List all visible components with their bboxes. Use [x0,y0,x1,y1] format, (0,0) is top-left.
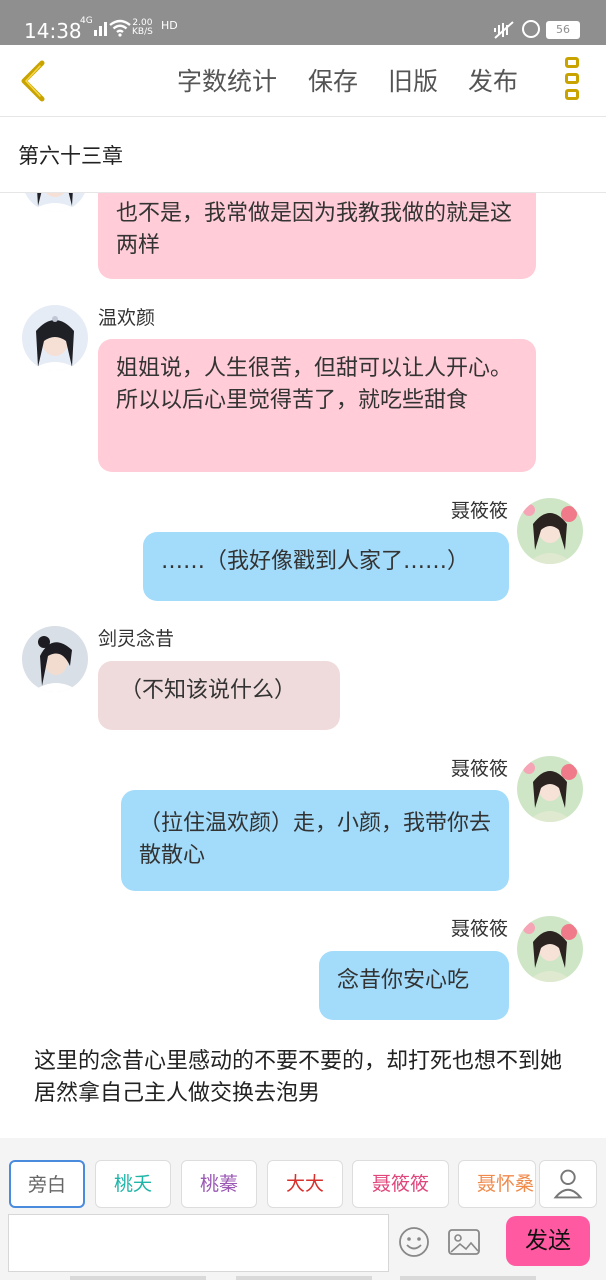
editor-toolbar: 字数统计 保存 旧版 发布 [0,45,606,117]
message-text: （不知该说什么） [120,678,297,703]
emoji-icon[interactable] [398,1226,430,1258]
image-icon[interactable] [447,1226,481,1258]
network-type: 4G [80,16,93,26]
nav-indicator [70,1276,206,1280]
message-bubble[interactable]: （拉住温欢颜）走，小颜，我带你去散散心 [121,790,509,891]
speaker-name: 聂筱筱 [450,918,508,940]
mute-icon [494,21,514,39]
speaker-name: 剑灵念昔 [98,628,175,650]
chapter-header: 第六十三章 [0,118,606,193]
avatar[interactable] [517,756,583,822]
message-text: ……（我好像戳到人家了……） [161,549,470,574]
speaker-name: 聂筱筱 [450,500,508,522]
status-bar: 14:38 4G 2.00 KB/S HD 56 [0,0,606,45]
message-text: （拉住温欢颜）走，小颜，我带你去散散心 [139,811,492,868]
role-chip-taoyao[interactable]: 桃夭 [95,1160,171,1208]
word-count-button[interactable]: 字数统计 [177,65,277,99]
narration-text[interactable]: 这里的念昔心里感动的不要不要的，却打死也想不到她居然拿自己主人做交换去泡男 [34,1046,574,1110]
role-chip-niexiaoxiao[interactable]: 聂筱筱 [352,1160,449,1208]
save-button[interactable]: 保存 [308,65,358,99]
chevron-left-icon[interactable] [14,57,50,105]
send-button[interactable]: 发送 [506,1216,590,1266]
old-version-button[interactable]: 旧版 [388,65,438,99]
message-bubble[interactable]: 姐姐说，人生很苦，但甜可以让人开心。所以以后心里觉得苦了，就吃些甜食 [98,339,536,472]
role-chip-niehuaisang[interactable]: 聂怀桑 [458,1160,536,1208]
message-text: 也不是，我常做是因为我教我做的就是这两样 [116,201,513,258]
avatar[interactable] [22,626,88,692]
role-chip-dada[interactable]: 大大 [267,1160,343,1208]
network-speed: 2.00 KB/S [132,19,153,37]
rotation-lock-icon [522,20,540,38]
battery-icon: 56 [546,21,580,39]
status-time: 14:38 [24,19,82,43]
wifi-icon [109,19,131,37]
composer-panel: 旁白 桃夭 桃蓁 大大 聂筱筱 聂怀桑 发送 [0,1138,606,1280]
role-chip-taozhen[interactable]: 桃蓁 [181,1160,257,1208]
avatar[interactable] [517,498,583,564]
speaker-name: 聂筱筱 [450,758,508,780]
speaker-name: 温欢颜 [98,307,156,329]
role-chip-narrator[interactable]: 旁白 [9,1160,85,1208]
message-text: 念昔你安心吃 [337,968,470,993]
message-bubble[interactable]: ……（我好像戳到人家了……） [143,532,509,601]
avatar[interactable] [517,916,583,982]
chapter-title[interactable]: 第六十三章 [18,142,123,170]
hd-indicator: HD [161,19,178,32]
nav-indicator [236,1276,372,1280]
avatar[interactable] [22,305,88,371]
nav-indicator [400,1276,536,1280]
message-text: 姐姐说，人生很苦，但甜可以让人开心。所以以后心里觉得苦了，就吃些甜食 [116,356,513,413]
message-bubble[interactable]: 念昔你安心吃 [319,951,509,1020]
more-vertical-icon[interactable] [560,57,584,107]
user-icon[interactable] [539,1160,597,1208]
message-input[interactable] [8,1214,389,1272]
network-speed-unit: KB/S [132,27,153,37]
publish-button[interactable]: 发布 [468,65,518,99]
message-bubble[interactable]: 也不是，我常做是因为我教我做的就是这两样 [98,180,536,279]
message-bubble[interactable]: （不知该说什么） [98,661,340,730]
